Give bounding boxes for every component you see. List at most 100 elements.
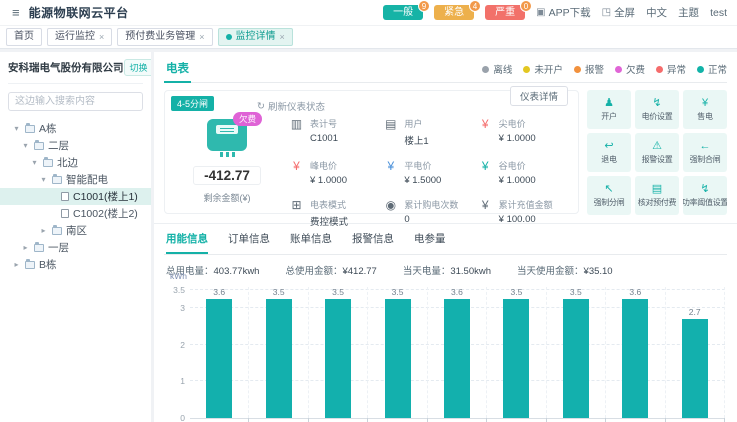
alarm-general-button[interactable]: 一般 9: [383, 5, 423, 20]
sidebar: 安科瑞电气股份有限公司 切换 ▾ A栋 ▾ 二层 ▾ 北边: [0, 52, 151, 422]
folder-icon: [52, 176, 62, 184]
tab-alarm-info[interactable]: 报警信息: [352, 231, 394, 254]
tab-energy-info[interactable]: 用能信息: [166, 231, 208, 254]
status-legend: 离线 未开户 报警 欠费 异常 正常: [482, 62, 727, 82]
fullscreen-label: 全屏: [614, 5, 635, 20]
bar-slot: 3.600:00: [190, 287, 249, 418]
bar-slot: 3.604:00: [428, 287, 487, 418]
field-recharge-amount: ¥ 累计充值金额 ¥ 100.00: [478, 198, 568, 228]
tree-search-input[interactable]: [8, 92, 143, 111]
status-badge: 欠费: [233, 112, 262, 126]
tab-order-info[interactable]: 订单信息: [228, 231, 270, 254]
verify-prepay-icon: ▤: [652, 183, 662, 195]
tree-item-south-area[interactable]: ▸ 南区: [0, 222, 151, 239]
folder-icon: [34, 142, 44, 150]
remaining-amount-label: 剩余金额(¥): [175, 191, 279, 204]
tree-item-north-side[interactable]: ▾ 北边: [0, 154, 151, 171]
close-icon[interactable]: ×: [199, 31, 204, 44]
close-icon[interactable]: ×: [280, 31, 285, 44]
alarm-urgent-button[interactable]: 紧急 4: [434, 5, 474, 20]
bar: [503, 299, 529, 418]
refresh-label: 刷新仪表状态: [268, 99, 325, 113]
legend-label: 报警: [585, 62, 604, 76]
tag-run-monitor[interactable]: 运行监控 ×: [47, 28, 112, 46]
peak-price-coins-icon: ¥: [289, 159, 304, 173]
meter-card: 4-5分闸 ↻ 刷新仪表状态 仪表详情 欠费: [164, 90, 579, 214]
bar-value-label: 3.5: [332, 287, 344, 297]
tree-arrow-icon[interactable]: ▾: [21, 141, 30, 150]
meter-actions: ♟ 开户 ↯ 电价设置 ¥ 售电 ↩ 退电 ⚠ 报警设置: [587, 90, 727, 215]
sell-power-button[interactable]: ¥ 售电: [683, 90, 727, 129]
user-menu[interactable]: test: [710, 7, 727, 19]
sharp-price-coins-icon: ¥: [478, 117, 493, 131]
tag-home[interactable]: 首页: [6, 28, 42, 46]
price-setting-button[interactable]: ↯ 电价设置: [635, 90, 679, 129]
theme-switch[interactable]: 主题: [678, 5, 699, 20]
stat-today-energy: 当天电量：31.50kwh: [403, 263, 491, 277]
field-user: ▤ 用户 楼上1: [383, 117, 473, 147]
alarm-setting-button[interactable]: ⚠ 报警设置: [635, 133, 679, 172]
app-title: 能源物联网云平台: [29, 4, 129, 21]
tag-prepay-management[interactable]: 预付费业务管理 ×: [117, 28, 212, 46]
legend-label: 离线: [493, 62, 512, 76]
tab-bill-info[interactable]: 账单信息: [290, 231, 332, 254]
field-value: ¥ 1.0000: [310, 175, 347, 186]
tree-item-label: 北边: [57, 155, 78, 170]
bar-slot: 2.708:00: [666, 287, 725, 418]
fullscreen-link[interactable]: ◳ 全屏: [602, 5, 635, 20]
meter-details-button[interactable]: 仪表详情: [510, 86, 568, 106]
tree-arrow-icon[interactable]: ▾: [30, 158, 39, 167]
energy-bar-chart: kWh01233.5 3.600:003.501:003.502:003.503…: [166, 287, 725, 422]
stats-row: 总用电量：403.77kwh 总使用金额：¥412.77 当天电量：31.50k…: [166, 263, 725, 277]
refresh-meter-status-link[interactable]: ↻ 刷新仪表状态: [257, 99, 325, 113]
tree-item-floor-2[interactable]: ▾ 二层: [0, 137, 151, 154]
open-account-button[interactable]: ♟ 开户: [587, 90, 631, 129]
tab-electric-meter[interactable]: 电表: [164, 58, 191, 83]
card-row: 4-5分闸 ↻ 刷新仪表状态 仪表详情 欠费: [164, 90, 727, 215]
field-valley-price: ¥ 谷电价 ¥ 1.0000: [478, 159, 568, 186]
tree-arrow-icon[interactable]: ▾: [39, 175, 48, 184]
tag-monitor-detail[interactable]: 监控详情 ×: [218, 28, 293, 46]
tree-arrow-icon[interactable]: ▾: [12, 124, 21, 133]
switch-company-button[interactable]: 切换: [124, 59, 152, 76]
tree-item-floor-1[interactable]: ▸ 一层: [0, 239, 151, 256]
field-value: 楼上1: [404, 133, 428, 147]
y-tick-label: 1: [180, 376, 185, 386]
legend-label: 异常: [667, 62, 686, 76]
bar-slot: 3.501:00: [249, 287, 308, 418]
tree-item-meter-c1002[interactable]: C1002(楼上2): [0, 205, 151, 222]
power-threshold-icon: ↯: [700, 183, 709, 195]
language-switch[interactable]: 中文: [646, 5, 667, 20]
tree-item-label: C1002(楼上2): [73, 206, 138, 221]
tree-item-meter-c1001[interactable]: C1001(楼上1): [0, 188, 151, 205]
menu-icon[interactable]: ≡: [12, 5, 20, 20]
panel-head: 电表 离线 未开户 报警 欠费 异常 正常: [164, 58, 727, 83]
alarm-urgent-label: 紧急: [444, 7, 464, 18]
power-threshold-button[interactable]: ↯ 功率阈值设置: [683, 176, 727, 215]
tab-electric-params[interactable]: 电参量: [414, 231, 446, 254]
refresh-icon: ↻: [257, 101, 265, 112]
alarm-severe-button[interactable]: 严重 0: [485, 5, 525, 20]
field-meter-mode: ⊞ 电表模式 费控模式: [289, 198, 379, 228]
app-download-link[interactable]: ▣ APP下载: [536, 5, 590, 20]
field-peak-price: ¥ 峰电价 ¥ 1.0000: [289, 159, 379, 186]
tree-arrow-icon[interactable]: ▸: [39, 226, 48, 235]
force-open-switch-button[interactable]: ↖ 强制分闸: [587, 176, 631, 215]
refund-power-button[interactable]: ↩ 退电: [587, 133, 631, 172]
field-value: ¥ 1.0000: [499, 175, 536, 186]
close-icon[interactable]: ×: [99, 31, 104, 44]
tree-arrow-icon[interactable]: ▸: [21, 243, 30, 252]
tree-arrow-icon[interactable]: ▸: [12, 260, 21, 269]
field-meter-number: ▥ 表计号 C1001: [289, 117, 379, 147]
field-value: 0: [404, 214, 458, 225]
bar-value-label: 3.6: [451, 287, 463, 297]
verify-prepay-button[interactable]: ▤ 核对预付费: [635, 176, 679, 215]
tree-item-label: A栋: [39, 121, 57, 136]
folder-icon: [43, 159, 53, 167]
alarm-general-label: 一般: [393, 7, 413, 18]
tree-item-building-b[interactable]: ▸ B栋: [0, 256, 151, 273]
tree-item-smart-distribution[interactable]: ▾ 智能配电: [0, 171, 151, 188]
force-close-switch-button[interactable]: ← 强制合闸: [683, 133, 727, 172]
tree-item-building-a[interactable]: ▾ A栋: [0, 120, 151, 137]
field-value: 费控模式: [310, 214, 348, 228]
